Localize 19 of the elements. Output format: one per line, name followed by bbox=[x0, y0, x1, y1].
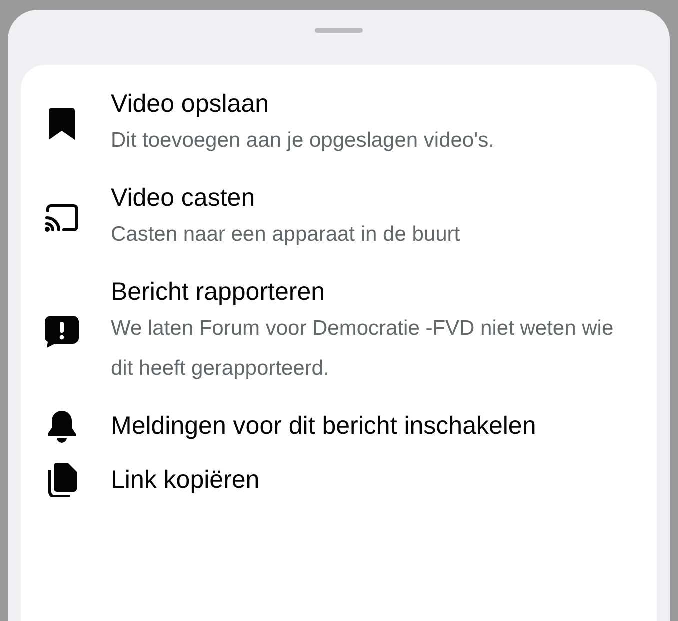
menu-item[interactable]: Bericht rapporteren We laten Forum voor Democratie -FVD niet weten wie dit heeft gerapporteerd. bbox=[43, 275, 657, 389]
menu-item[interactable]: Video opslaan Dit toevoegen aan je opgeslagen video's. bbox=[43, 87, 657, 161]
menu-item[interactable]: Link kopiëren bbox=[43, 463, 657, 497]
menu-item[interactable]: Meldingen voor dit bericht inschakelen bbox=[43, 409, 657, 443]
bell-icon bbox=[47, 409, 77, 443]
menu-item-subtitle: Dit toevoegen aan je opgeslagen video's. bbox=[111, 128, 496, 154]
menu-item[interactable]: Video casten Casten naar een apparaat in de buurt bbox=[43, 181, 657, 255]
menu-item-subtitle: We laten Forum voor Democratie -FVD niet weten wie dit heeft gerapporteerd. bbox=[111, 316, 615, 382]
menu-item-title: Video casten bbox=[111, 183, 256, 214]
menu-item-title: Bericht rapporteren bbox=[111, 277, 326, 308]
copy-icon bbox=[47, 463, 77, 497]
cast-icon bbox=[44, 203, 80, 233]
bookmark-icon bbox=[49, 108, 75, 140]
report-icon bbox=[45, 316, 79, 348]
menu-item-title: Video opslaan bbox=[111, 89, 270, 120]
drag-handle[interactable] bbox=[315, 28, 363, 33]
menu-item-title: Meldingen voor dit bericht inschakelen bbox=[111, 411, 538, 442]
menu-item-title: Link kopiëren bbox=[111, 465, 261, 496]
menu-item-subtitle: Casten naar een apparaat in de buurt bbox=[111, 222, 462, 248]
